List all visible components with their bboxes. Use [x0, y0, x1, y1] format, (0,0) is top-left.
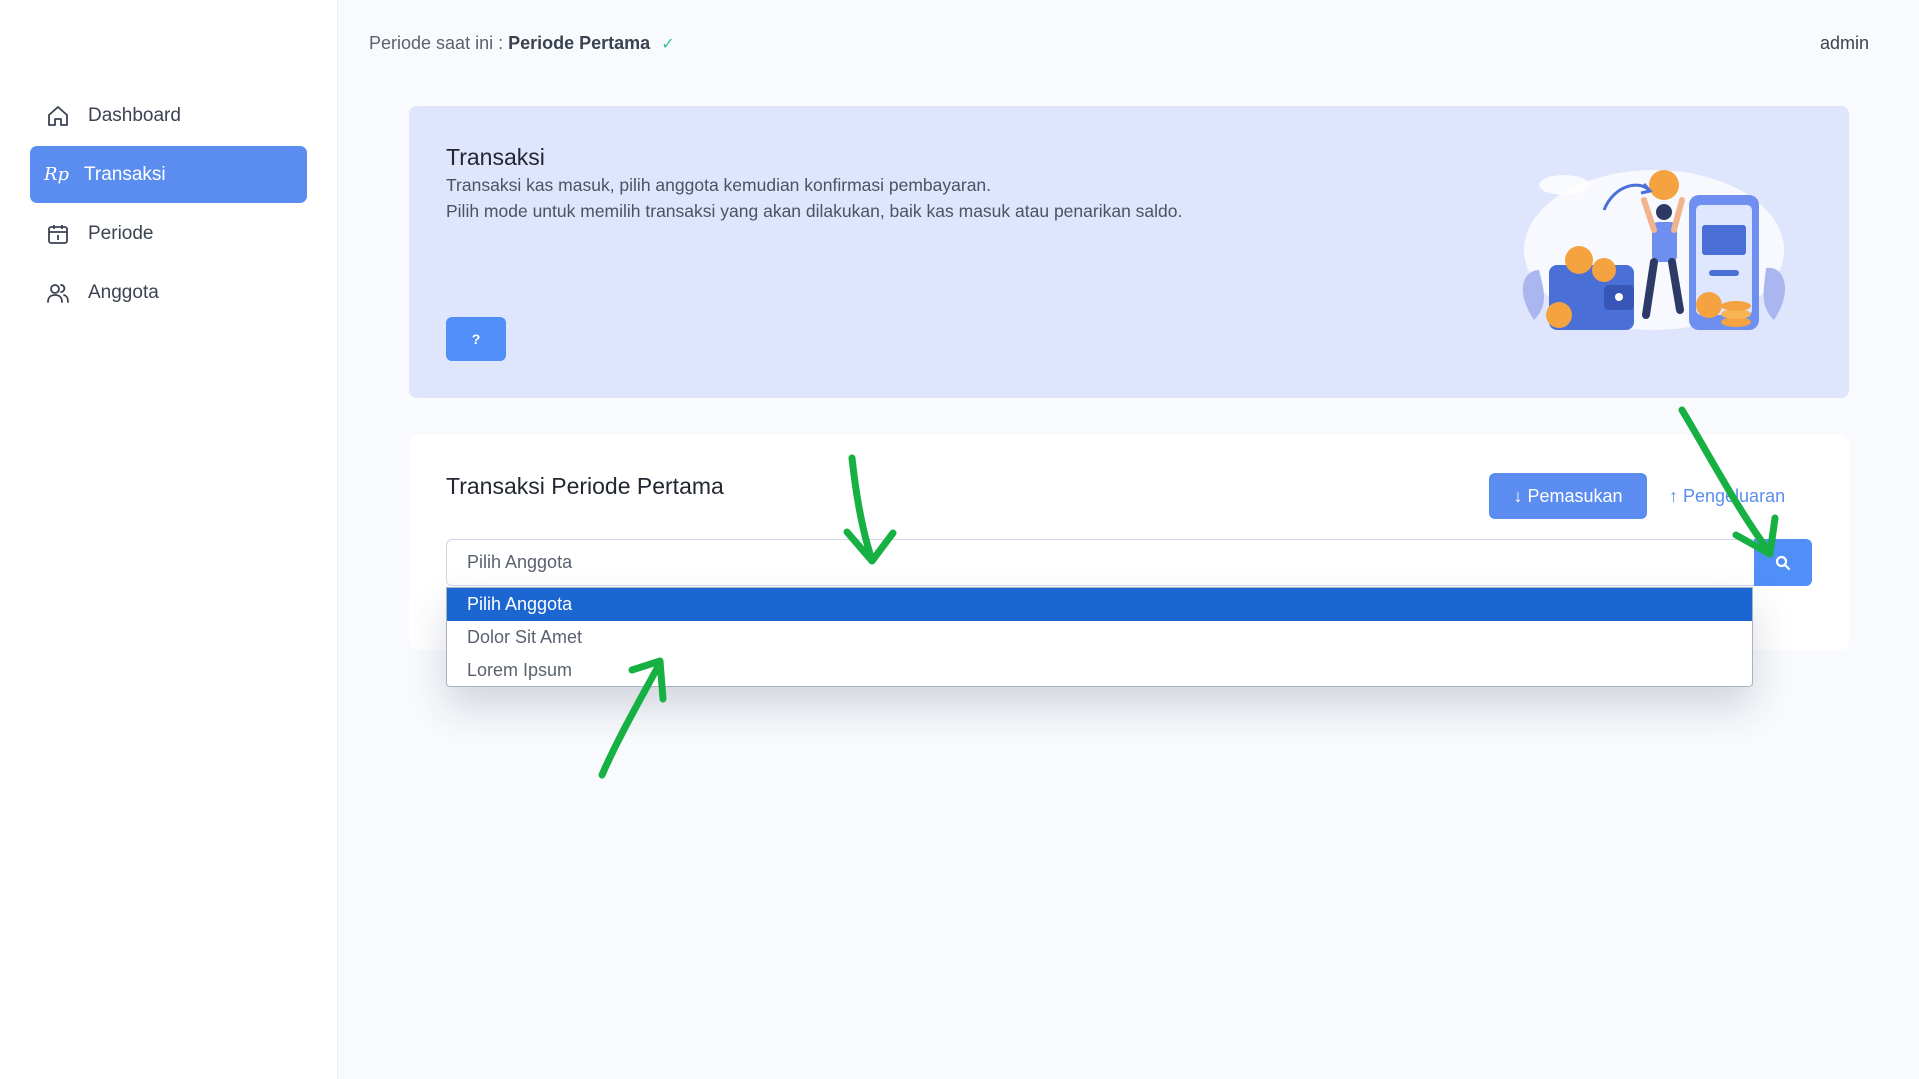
hero-banner: Transaksi Transaksi kas masuk, pilih ang… — [409, 106, 1849, 398]
help-button[interactable]: ? — [446, 317, 506, 361]
sidebar-item-dashboard[interactable]: Dashboard — [30, 87, 307, 144]
search-button[interactable] — [1754, 539, 1812, 586]
dropdown-option[interactable]: Lorem Ipsum — [447, 654, 1752, 687]
expense-button[interactable]: ↑ Pengeluaran — [1669, 473, 1785, 519]
hero-title: Transaksi — [446, 144, 545, 170]
rupiah-icon: Rp — [44, 164, 70, 185]
payment-illustration — [1522, 170, 1786, 330]
income-button[interactable]: ↓ Pemasukan — [1489, 473, 1647, 519]
dropdown-option[interactable]: Pilih Anggota — [447, 588, 1752, 621]
calendar-icon — [44, 220, 72, 248]
hero-description-1: Transaksi kas masuk, pilih anggota kemud… — [446, 175, 992, 195]
period-prefix: Periode saat ini : — [369, 33, 504, 53]
hero-description-2: Pilih mode untuk memilih transaksi yang … — [446, 201, 1183, 221]
member-dropdown: Pilih Anggota Dolor Sit Amet Lorem Ipsum — [446, 587, 1753, 687]
dropdown-option[interactable]: Dolor Sit Amet — [447, 621, 1752, 654]
card-title: Transaksi Periode Pertama — [446, 473, 724, 499]
users-icon — [44, 279, 72, 307]
period-name: Periode Pertama — [508, 33, 651, 53]
search-icon — [1775, 555, 1791, 570]
sidebar-item-label: Dashboard — [88, 104, 181, 126]
sidebar-item-periode[interactable]: Periode — [30, 205, 307, 262]
sidebar-item-label: Periode — [88, 222, 154, 244]
topbar: Periode saat ini : Periode Pertama ✓ adm… — [339, 0, 1919, 88]
sidebar-nav: Dashboard Rp Transaksi Periode Anggota — [30, 87, 307, 323]
sidebar-item-label: Anggota — [88, 281, 159, 303]
sidebar: Dashboard Rp Transaksi Periode Anggota — [0, 0, 338, 1079]
home-icon — [44, 102, 72, 130]
current-period: Periode saat ini : Periode Pertama ✓ — [369, 33, 675, 54]
sidebar-item-label: Transaksi — [84, 163, 166, 185]
user-menu[interactable]: admin — [1820, 33, 1869, 54]
sidebar-item-anggota[interactable]: Anggota — [30, 264, 307, 321]
check-icon: ✓ — [661, 36, 675, 53]
member-select[interactable]: Pilih Anggota — [446, 539, 1763, 586]
sidebar-item-transaksi[interactable]: Rp Transaksi — [30, 146, 307, 203]
